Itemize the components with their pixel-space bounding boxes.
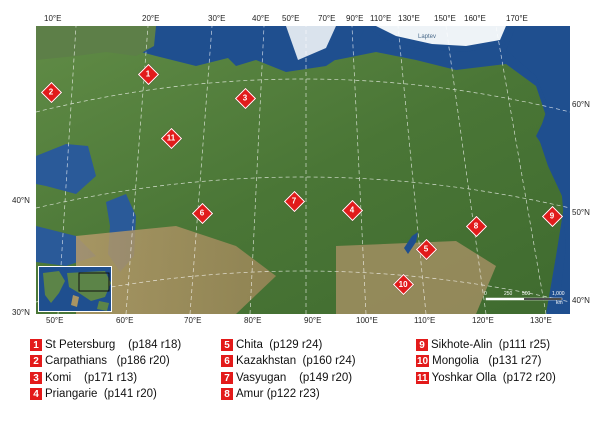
legend-num-6: 6 bbox=[221, 355, 233, 367]
right-tick-50n: 50°N bbox=[572, 208, 590, 217]
legend-num-7: 7 bbox=[221, 372, 233, 384]
site-marker-10-number: 10 bbox=[399, 279, 408, 289]
legend-num-1: 1 bbox=[30, 339, 42, 351]
bottom-tick-50e: 50°E bbox=[46, 316, 64, 325]
top-tick-70e: 70°E bbox=[318, 14, 336, 23]
legend-code-2: (p186 r20) bbox=[116, 355, 170, 367]
legend-code-5: (p129 r24) bbox=[269, 339, 323, 351]
legend-item-5: 5 Chita (p129 r24) bbox=[221, 339, 322, 351]
legend-code-7: (p149 r20) bbox=[299, 372, 353, 384]
site-marker-8-number: 8 bbox=[474, 221, 479, 231]
top-tick-160e: 160°E bbox=[464, 14, 486, 23]
top-tick-130e: 130°E bbox=[398, 14, 420, 23]
legend-code-6: (p160 r24) bbox=[302, 355, 356, 367]
legend-num-10: 10 bbox=[416, 355, 430, 367]
legend-name-1: St Petersburg bbox=[45, 339, 116, 351]
legend-item-6: 6 Kazakhstan (p160 r24) bbox=[221, 355, 356, 367]
legend-item-7: 7 Vasyugan (p149 r20) bbox=[221, 372, 352, 384]
scale-label-250: 250 bbox=[504, 291, 513, 297]
legend-name-5: Chita bbox=[236, 339, 263, 351]
legend-code-11: (p172 r20) bbox=[502, 372, 556, 384]
legend-name-2: Carpathians bbox=[45, 355, 108, 367]
top-tick-20e: 20°E bbox=[142, 14, 160, 23]
legend-num-11: 11 bbox=[416, 372, 429, 384]
legend-item-4: 4 Priangarie (p141 r20) bbox=[30, 388, 157, 400]
legend-code-10: (p131 r27) bbox=[488, 355, 542, 367]
top-tick-150e: 150°E bbox=[434, 14, 456, 23]
scale-bar: 0 250 500 1,000 km bbox=[484, 291, 566, 306]
site-marker-3-number: 3 bbox=[243, 93, 248, 103]
legend-code-3: (p171 r13) bbox=[83, 372, 138, 384]
top-tick-90e: 90°E bbox=[346, 14, 364, 23]
legend-name-4: Priangarie bbox=[45, 388, 98, 400]
bottom-tick-130e: 130°E bbox=[530, 316, 552, 325]
satellite-map[interactable]: Laptev bbox=[36, 26, 570, 314]
legend-item-3: 3 Komi (p171 r13) bbox=[30, 372, 137, 384]
legend-item-1: 1 St Petersburg (p184 r18) bbox=[30, 339, 181, 351]
gobi-desert bbox=[336, 241, 496, 314]
bottom-tick-120e: 120°E bbox=[472, 316, 494, 325]
legend-code-8: (p122 r23) bbox=[266, 388, 320, 400]
top-tick-30e: 30°E bbox=[208, 14, 226, 23]
site-marker-2-number: 2 bbox=[49, 87, 54, 97]
scale-label-0: 0 bbox=[484, 291, 487, 297]
inset-map-image bbox=[39, 267, 111, 311]
bottom-tick-70e: 70°E bbox=[184, 316, 202, 325]
legend-name-7: Vasyugan bbox=[236, 372, 287, 384]
site-marker-11-number: 11 bbox=[167, 133, 176, 143]
top-tick-110e: 110°E bbox=[370, 14, 392, 23]
map-figure: 10°E 20°E 30°E 40°E 50°E 70°E 90°E 110°E… bbox=[0, 0, 600, 424]
top-tick-10e: 10°E bbox=[44, 14, 62, 23]
legend-name-10: Mongolia bbox=[432, 355, 479, 367]
legend-num-5: 5 bbox=[221, 339, 233, 351]
inset-overview-map bbox=[38, 266, 112, 312]
legend-num-9: 9 bbox=[416, 339, 428, 351]
legend-item-10: 10 Mongolia (p131 r27) bbox=[416, 355, 541, 367]
bottom-tick-80e: 80°E bbox=[244, 316, 262, 325]
right-tick-40n: 40°N bbox=[572, 296, 590, 305]
legend-code-9: (p111 r25) bbox=[498, 339, 551, 351]
bottom-tick-100e: 100°E bbox=[356, 316, 378, 325]
legend-code-4: (p141 r20) bbox=[103, 388, 157, 400]
site-marker-6-number: 6 bbox=[200, 208, 205, 218]
legend-name-8: Amur bbox=[236, 388, 264, 400]
legend-item-2: 2 Carpathians (p186 r20) bbox=[30, 355, 170, 367]
legend-item-11: 11 Yoshkar Olla (p172 r20) bbox=[416, 372, 556, 384]
legend-name-3: Komi bbox=[45, 372, 72, 384]
site-marker-4-number: 4 bbox=[350, 205, 355, 215]
legend-name-9: Sikhote-Alin bbox=[431, 339, 493, 351]
site-marker-7-number: 7 bbox=[292, 196, 297, 206]
site-marker-9-number: 9 bbox=[550, 211, 555, 221]
bottom-tick-60e: 60°E bbox=[116, 316, 134, 325]
legend-num-3: 3 bbox=[30, 372, 42, 384]
legend-num-2: 2 bbox=[30, 355, 42, 367]
top-tick-40e: 40°E bbox=[252, 14, 270, 23]
legend-name-11: Yoshkar Olla bbox=[431, 372, 497, 384]
legend-item-8: 8 Amur (p122 r23) bbox=[221, 388, 320, 400]
left-tick-40n: 40°N bbox=[12, 196, 30, 205]
bottom-tick-90e: 90°E bbox=[304, 316, 322, 325]
site-marker-1-number: 1 bbox=[146, 69, 151, 79]
top-tick-50e: 50°E bbox=[282, 14, 300, 23]
left-tick-30n: 30°N bbox=[12, 308, 30, 317]
legend-name-6: Kazakhstan bbox=[236, 355, 297, 367]
sea-label: Laptev bbox=[418, 34, 437, 40]
scale-label-500: 500 bbox=[522, 291, 531, 297]
satellite-map-image bbox=[36, 26, 570, 314]
legend-item-9: 9 Sikhote-Alin (p111 r25) bbox=[416, 339, 550, 351]
top-tick-170e: 170°E bbox=[506, 14, 528, 23]
site-marker-5-number: 5 bbox=[424, 244, 429, 254]
scale-label-1000: 1,000 bbox=[552, 291, 565, 297]
legend-num-8: 8 bbox=[221, 388, 233, 400]
bottom-tick-110e: 110°E bbox=[414, 316, 436, 325]
scale-unit: km bbox=[556, 300, 563, 306]
legend-num-4: 4 bbox=[30, 388, 42, 400]
right-tick-60n: 60°N bbox=[572, 100, 590, 109]
legend-code-1: (p184 r18) bbox=[128, 339, 182, 351]
